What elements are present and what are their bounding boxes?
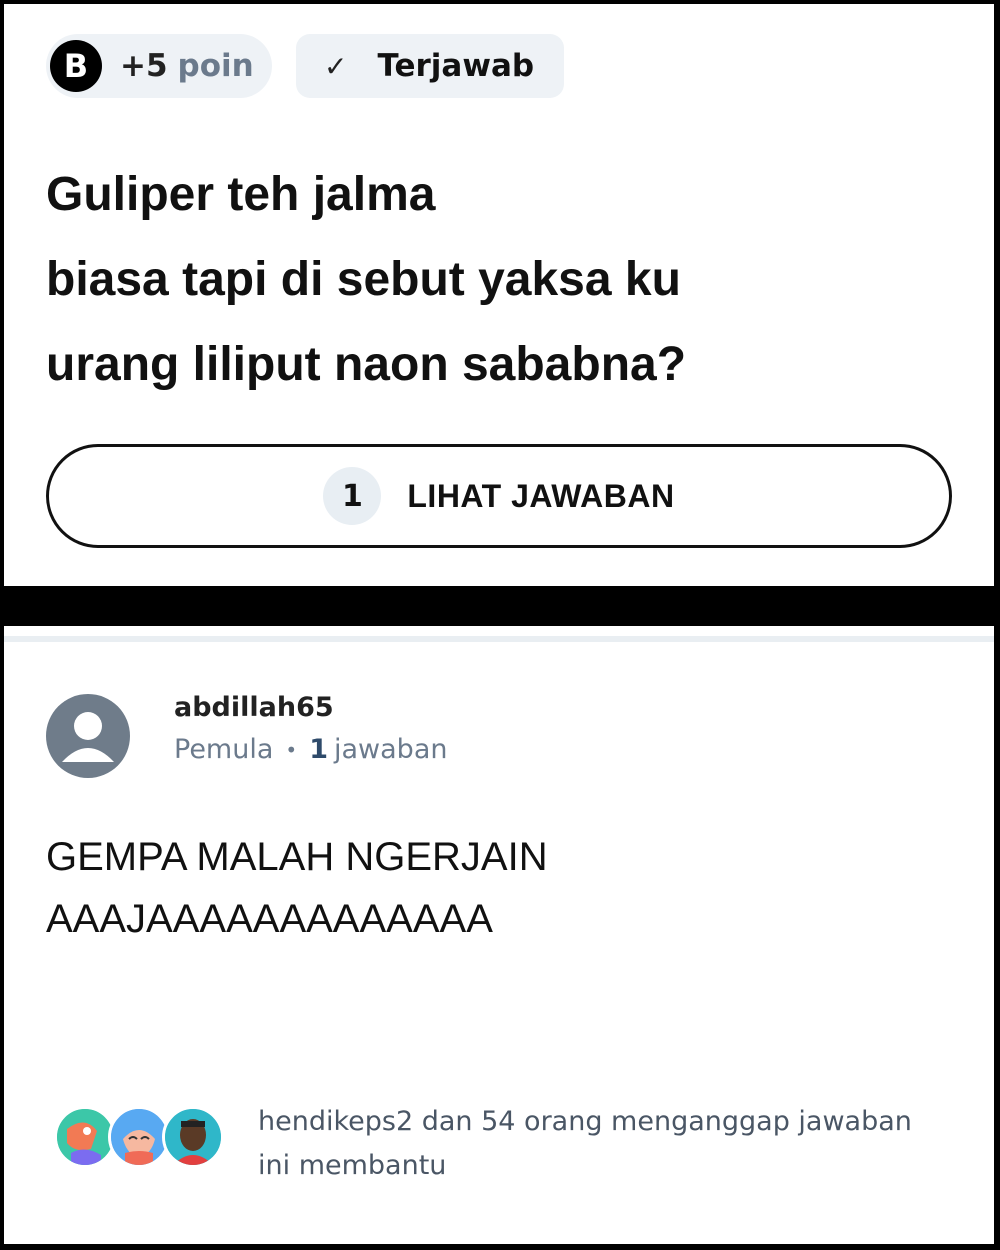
- points-unit: poin: [177, 48, 254, 84]
- reactor-avatar-icon: [162, 1106, 224, 1168]
- answer-line: AAAJAAAAAAAAAAAAA: [46, 897, 493, 941]
- helpful-avatars: [54, 1102, 234, 1172]
- brainly-logo-icon: B: [50, 40, 102, 92]
- answer-line: GEMPA MALAH NGERJAIN: [46, 835, 548, 879]
- answer-card: abdillah65 Pemula • 1 jawaban GEMPA MALA…: [4, 626, 994, 1244]
- check-icon: ✓: [324, 49, 348, 83]
- answer-text: GEMPA MALAH NGERJAIN AAAJAAAAAAAAAAAAA: [46, 826, 548, 950]
- question-line: biasa tapi di sebut yaksa ku: [46, 253, 681, 306]
- question-line: urang liliput naon sababna?: [46, 338, 687, 391]
- view-answer-button[interactable]: 1 LIHAT JAWABAN: [46, 444, 952, 548]
- user-info: Pemula • 1 jawaban: [174, 734, 447, 765]
- user-answer-count-label: jawaban: [334, 734, 448, 765]
- helpful-line: ini membantu: [258, 1150, 447, 1181]
- username[interactable]: abdillah65: [174, 692, 334, 723]
- helpful-line: hendikeps2 dan 54 orang menganggap jawab…: [258, 1106, 912, 1137]
- user-rank: Pemula: [174, 734, 274, 765]
- user-avatar-icon[interactable]: [46, 694, 130, 778]
- helpful-text: hendikeps2 dan 54 orang menganggap jawab…: [258, 1100, 958, 1188]
- reactor-avatar-icon: [54, 1106, 116, 1168]
- separator-dot: •: [285, 737, 298, 762]
- reactor-avatar-icon: [108, 1106, 170, 1168]
- answered-label: Terjawab: [377, 48, 535, 84]
- points-badge: B +5 poin: [46, 34, 272, 98]
- question-line: Guliper teh jalma: [46, 168, 436, 221]
- divider: [4, 636, 994, 642]
- answer-count-badge: 1: [323, 467, 382, 525]
- question-text: Guliper teh jalma biasa tapi di sebut ya…: [46, 152, 946, 407]
- view-answer-label: LIHAT JAWABAN: [407, 477, 675, 514]
- points-value: +5: [120, 48, 168, 84]
- user-answer-count: 1: [309, 734, 328, 765]
- question-card: B +5 poin ✓ Terjawab Guliper teh jalma b…: [4, 4, 994, 586]
- answered-status-badge: ✓ Terjawab: [296, 34, 564, 98]
